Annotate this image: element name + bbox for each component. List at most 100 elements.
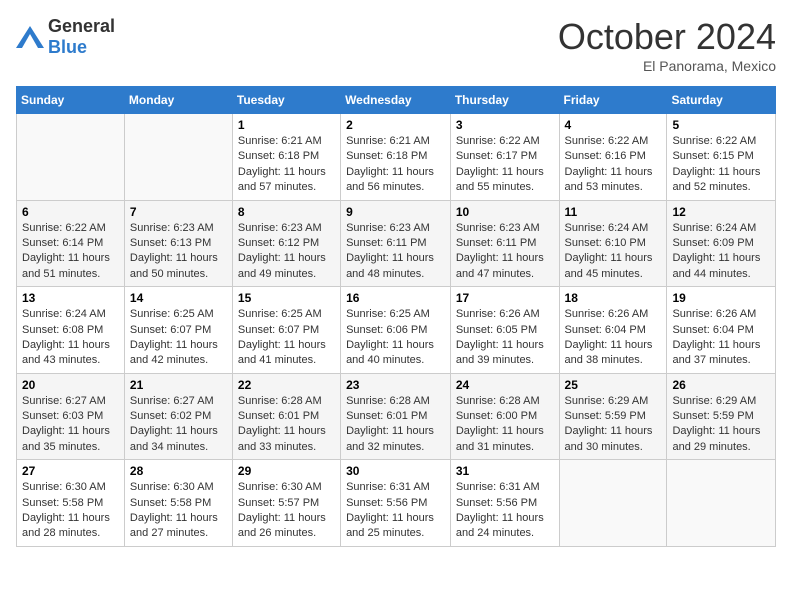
- day-cell: 5 Sunrise: 6:22 AM Sunset: 6:15 PM Daylig…: [667, 114, 776, 201]
- location-subtitle: El Panorama, Mexico: [558, 58, 776, 74]
- day-info: Sunrise: 6:25 AM Sunset: 6:06 PM Dayligh…: [346, 307, 445, 369]
- day-cell: 13 Sunrise: 6:24 AM Sunset: 6:08 PM Dayli…: [17, 287, 125, 374]
- day-cell: 23Sunrise: 6:28 AM Sunset: 6:01 PM Dayli…: [341, 373, 451, 460]
- week-row-3: 13 Sunrise: 6:24 AM Sunset: 6:08 PM Dayli…: [17, 287, 776, 374]
- day-cell: 7Sunrise: 6:23 AM Sunset: 6:13 PM Daylig…: [124, 200, 232, 287]
- day-info: Sunrise: 6:30 AM Sunset: 5:58 PM Dayligh…: [22, 480, 119, 542]
- day-info: Sunrise: 6:23 AM Sunset: 6:11 PM Dayligh…: [346, 221, 445, 283]
- logo: General Blue: [16, 16, 115, 58]
- day-info: Sunrise: 6:22 AM Sunset: 6:17 PM Dayligh…: [456, 134, 554, 196]
- day-info: Sunrise: 6:22 AM Sunset: 6:15 PM Dayligh…: [672, 134, 770, 196]
- day-number: 31: [456, 464, 554, 478]
- day-number: 5: [672, 118, 770, 132]
- day-info: Sunrise: 6:25 AM Sunset: 6:07 PM Dayligh…: [130, 307, 227, 369]
- day-cell: [17, 114, 125, 201]
- day-cell: [667, 460, 776, 547]
- day-number: 25: [565, 378, 662, 392]
- month-title: October 2024: [558, 16, 776, 58]
- day-number: 8: [238, 205, 335, 219]
- day-info: Sunrise: 6:27 AM Sunset: 6:02 PM Dayligh…: [130, 394, 227, 456]
- day-number: 29: [238, 464, 335, 478]
- day-cell: 31Sunrise: 6:31 AM Sunset: 5:56 PM Dayli…: [450, 460, 559, 547]
- day-info: Sunrise: 6:26 AM Sunset: 6:04 PM Dayligh…: [672, 307, 770, 369]
- day-cell: 16Sunrise: 6:25 AM Sunset: 6:06 PM Dayli…: [341, 287, 451, 374]
- day-number: 21: [130, 378, 227, 392]
- day-number: 28: [130, 464, 227, 478]
- day-info: Sunrise: 6:30 AM Sunset: 5:58 PM Dayligh…: [130, 480, 227, 542]
- day-number: 2: [346, 118, 445, 132]
- day-cell: 19Sunrise: 6:26 AM Sunset: 6:04 PM Dayli…: [667, 287, 776, 374]
- day-cell: 2Sunrise: 6:21 AM Sunset: 6:18 PM Daylig…: [341, 114, 451, 201]
- day-info: Sunrise: 6:23 AM Sunset: 6:12 PM Dayligh…: [238, 221, 335, 283]
- day-info: Sunrise: 6:28 AM Sunset: 6:00 PM Dayligh…: [456, 394, 554, 456]
- day-info: Sunrise: 6:30 AM Sunset: 5:57 PM Dayligh…: [238, 480, 335, 542]
- day-info: Sunrise: 6:24 AM Sunset: 6:10 PM Dayligh…: [565, 221, 662, 283]
- weekday-header-wednesday: Wednesday: [341, 87, 451, 114]
- day-cell: 9 Sunrise: 6:23 AM Sunset: 6:11 PM Daylig…: [341, 200, 451, 287]
- weekday-header-friday: Friday: [559, 87, 667, 114]
- weekday-header-monday: Monday: [124, 87, 232, 114]
- day-info: Sunrise: 6:22 AM Sunset: 6:14 PM Dayligh…: [22, 221, 119, 283]
- day-number: 6: [22, 205, 119, 219]
- day-cell: 25 Sunrise: 6:29 AM Sunset: 5:59 PM Dayli…: [559, 373, 667, 460]
- day-cell: 15 Sunrise: 6:25 AM Sunset: 6:07 PM Dayli…: [232, 287, 340, 374]
- day-cell: 24Sunrise: 6:28 AM Sunset: 6:00 PM Dayli…: [450, 373, 559, 460]
- day-info: Sunrise: 6:23 AM Sunset: 6:13 PM Dayligh…: [130, 221, 227, 283]
- day-info: Sunrise: 6:25 AM Sunset: 6:07 PM Dayligh…: [238, 307, 335, 369]
- day-cell: 10Sunrise: 6:23 AM Sunset: 6:11 PM Dayli…: [450, 200, 559, 287]
- weekday-header-saturday: Saturday: [667, 87, 776, 114]
- weekday-header-sunday: Sunday: [17, 87, 125, 114]
- day-number: 3: [456, 118, 554, 132]
- day-cell: 4Sunrise: 6:22 AM Sunset: 6:16 PM Daylig…: [559, 114, 667, 201]
- day-cell: 26Sunrise: 6:29 AM Sunset: 5:59 PM Dayli…: [667, 373, 776, 460]
- day-info: Sunrise: 6:28 AM Sunset: 6:01 PM Dayligh…: [238, 394, 335, 456]
- day-info: Sunrise: 6:22 AM Sunset: 6:16 PM Dayligh…: [565, 134, 662, 196]
- day-cell: 27 Sunrise: 6:30 AM Sunset: 5:58 PM Dayli…: [17, 460, 125, 547]
- day-info: Sunrise: 6:28 AM Sunset: 6:01 PM Dayligh…: [346, 394, 445, 456]
- day-cell: 12 Sunrise: 6:24 AM Sunset: 6:09 PM Dayli…: [667, 200, 776, 287]
- day-info: Sunrise: 6:24 AM Sunset: 6:09 PM Dayligh…: [672, 221, 770, 283]
- day-cell: 30Sunrise: 6:31 AM Sunset: 5:56 PM Dayli…: [341, 460, 451, 547]
- day-number: 27: [22, 464, 119, 478]
- day-cell: 20Sunrise: 6:27 AM Sunset: 6:03 PM Dayli…: [17, 373, 125, 460]
- day-number: 15: [238, 291, 335, 305]
- weekday-header-row: SundayMondayTuesdayWednesdayThursdayFrid…: [17, 87, 776, 114]
- day-info: Sunrise: 6:31 AM Sunset: 5:56 PM Dayligh…: [346, 480, 445, 542]
- day-info: Sunrise: 6:26 AM Sunset: 6:04 PM Dayligh…: [565, 307, 662, 369]
- day-cell: 3 Sunrise: 6:22 AM Sunset: 6:17 PM Daylig…: [450, 114, 559, 201]
- week-row-1: 1 Sunrise: 6:21 AM Sunset: 6:18 PM Daylig…: [17, 114, 776, 201]
- day-number: 18: [565, 291, 662, 305]
- week-row-4: 20Sunrise: 6:27 AM Sunset: 6:03 PM Dayli…: [17, 373, 776, 460]
- day-info: Sunrise: 6:26 AM Sunset: 6:05 PM Dayligh…: [456, 307, 554, 369]
- day-number: 9: [346, 205, 445, 219]
- day-cell: 8 Sunrise: 6:23 AM Sunset: 6:12 PM Daylig…: [232, 200, 340, 287]
- day-info: Sunrise: 6:29 AM Sunset: 5:59 PM Dayligh…: [565, 394, 662, 456]
- week-row-5: 27 Sunrise: 6:30 AM Sunset: 5:58 PM Dayli…: [17, 460, 776, 547]
- day-number: 1: [238, 118, 335, 132]
- day-number: 12: [672, 205, 770, 219]
- day-number: 20: [22, 378, 119, 392]
- day-info: Sunrise: 6:24 AM Sunset: 6:08 PM Dayligh…: [22, 307, 119, 369]
- day-number: 10: [456, 205, 554, 219]
- day-info: Sunrise: 6:29 AM Sunset: 5:59 PM Dayligh…: [672, 394, 770, 456]
- day-cell: 6 Sunrise: 6:22 AM Sunset: 6:14 PM Daylig…: [17, 200, 125, 287]
- day-number: 14: [130, 291, 227, 305]
- day-cell: 21 Sunrise: 6:27 AM Sunset: 6:02 PM Dayli…: [124, 373, 232, 460]
- logo-icon: [16, 26, 44, 48]
- day-cell: 18 Sunrise: 6:26 AM Sunset: 6:04 PM Dayli…: [559, 287, 667, 374]
- day-cell: [559, 460, 667, 547]
- logo-blue-text: Blue: [48, 37, 87, 57]
- week-row-2: 6 Sunrise: 6:22 AM Sunset: 6:14 PM Daylig…: [17, 200, 776, 287]
- day-cell: 17Sunrise: 6:26 AM Sunset: 6:05 PM Dayli…: [450, 287, 559, 374]
- day-cell: [124, 114, 232, 201]
- calendar-table: SundayMondayTuesdayWednesdayThursdayFrid…: [16, 86, 776, 547]
- day-cell: 11 Sunrise: 6:24 AM Sunset: 6:10 PM Dayli…: [559, 200, 667, 287]
- day-number: 22: [238, 378, 335, 392]
- day-cell: 1 Sunrise: 6:21 AM Sunset: 6:18 PM Daylig…: [232, 114, 340, 201]
- weekday-header-tuesday: Tuesday: [232, 87, 340, 114]
- day-number: 13: [22, 291, 119, 305]
- title-area: October 2024 El Panorama, Mexico: [558, 16, 776, 74]
- day-number: 11: [565, 205, 662, 219]
- logo-general-text: General: [48, 16, 115, 36]
- day-info: Sunrise: 6:21 AM Sunset: 6:18 PM Dayligh…: [238, 134, 335, 196]
